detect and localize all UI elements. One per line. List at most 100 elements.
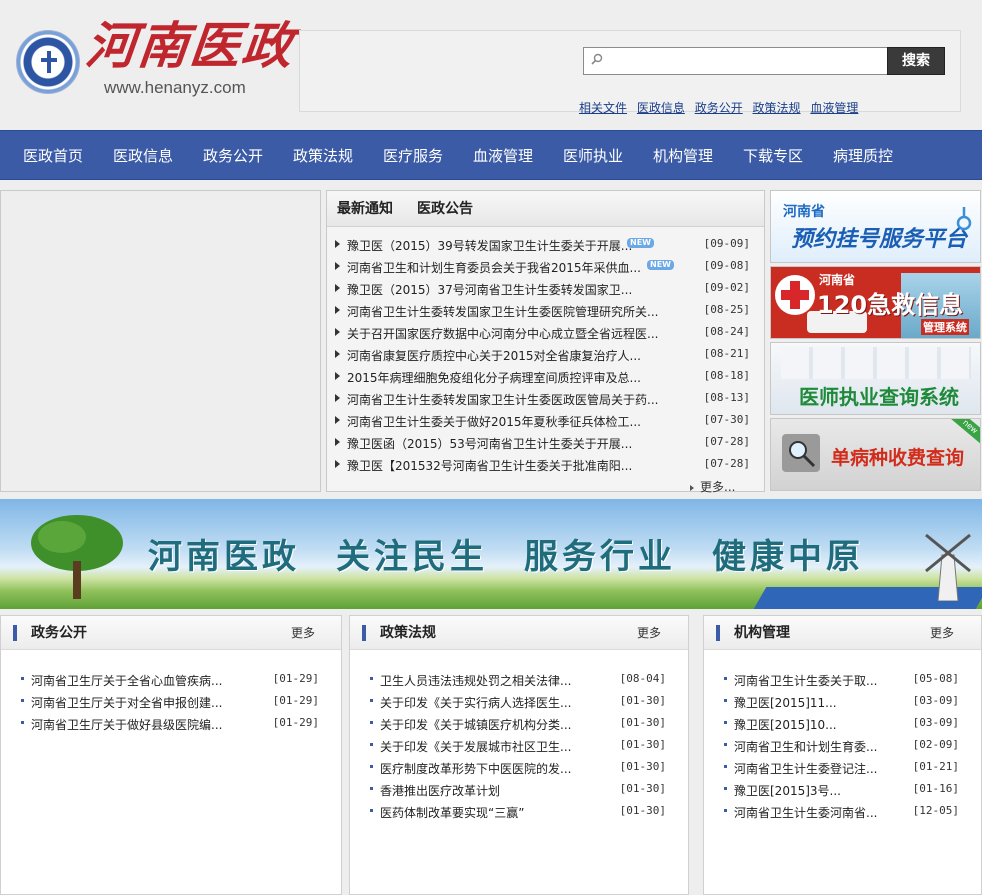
list-item-title[interactable]: 河南省卫生厅关于全省心血管疾病... [31,672,222,689]
logo-title[interactable]: 河南医政 [83,14,298,78]
nav-item-policy[interactable]: 政策法规 [293,131,353,181]
notice-title[interactable]: 豫卫医【201532号河南省卫生计生委关于批准南阳... [347,457,632,474]
nav-item-info[interactable]: 医政信息 [113,131,173,181]
bullet-icon [724,809,727,812]
slogan-text: 河南医政 关注民生 服务行业 健康中原 [148,529,900,578]
notice-title[interactable]: 河南省卫生计生委转发国家卫生计生委医院管理研究所关... [347,303,658,320]
list-item[interactable]: 河南省卫生计生委关于取... [05-08] [704,668,981,690]
notice-title[interactable]: 2015年病理细胞免疫组化分子病理室间质控评审及总... [347,369,641,386]
search-button[interactable]: 搜索 [887,47,945,75]
notice-date: [09-08] [703,259,750,272]
notice-title[interactable]: 河南省卫生计生委关于做好2015年夏秋季征兵体检工... [347,413,641,430]
banner-physician-query[interactable]: 医师执业查询系统 [770,342,981,415]
tab-latest-notice[interactable]: 最新通知 [337,191,393,227]
tab-announcement[interactable]: 医政公告 [417,191,473,227]
nav-item-gov[interactable]: 政务公开 [203,131,263,181]
nav-item-download[interactable]: 下载专区 [743,131,803,181]
notice-title[interactable]: 河南省卫生和计划生育委员会关于我省2015年采供血... [347,259,641,276]
list-item[interactable]: 卫生人员违法违规处罚之相关法律... [08-04] [350,668,688,690]
quick-link-gov[interactable]: 政务公开 [695,101,743,115]
notice-item[interactable]: 豫卫医（2015）39号转发国家卫生计生委关于开展... NEW [09-09] [327,233,764,255]
list-item[interactable]: 河南省卫生计生委河南省... [12-05] [704,800,981,822]
notice-title[interactable]: 豫卫医函（2015）53号河南省卫生计生委关于开展... [347,435,632,452]
notice-item[interactable]: 河南省康复医疗质控中心关于2015对全省康复治疗人... [08-21] [327,343,764,365]
notice-panel: 最新通知 医政公告 豫卫医（2015）39号转发国家卫生计生委关于开展... NE… [326,190,765,492]
nav-item-home[interactable]: 医政首页 [23,131,83,181]
notice-item[interactable]: 关于召开国家医疗数据中心河南分中心成立暨全省远程医... [08-24] [327,321,764,343]
slogan-3: 服务行业 [524,537,676,577]
list-item-title[interactable]: 河南省卫生计生委登记注... [734,760,877,777]
list-item-title[interactable]: 卫生人员违法违规处罚之相关法律... [380,672,571,689]
list-item-title[interactable]: 河南省卫生和计划生育委... [734,738,877,755]
nav-item-institution[interactable]: 机构管理 [653,131,713,181]
quick-link-info[interactable]: 医政信息 [637,101,685,115]
logo-emblem-icon[interactable] [16,30,80,94]
list-item[interactable]: 豫卫医[2015]3号... [01-16] [704,778,981,800]
list-item-title[interactable]: 医疗制度改革形势下中医医院的发... [380,760,571,777]
column-more-link[interactable]: 更多 [291,616,315,650]
list-item[interactable]: 河南省卫生厅关于对全省申报创建... [01-29] [1,690,341,712]
list-item[interactable]: 医药体制改革要实现“三赢” [01-30] [350,800,688,822]
notice-item[interactable]: 河南省卫生计生委转发国家卫生计生委医政医管局关于药... [08-13] [327,387,764,409]
list-item-title[interactable]: 河南省卫生计生委关于取... [734,672,877,689]
list-item[interactable]: 香港推出医疗改革计划 [01-30] [350,778,688,800]
list-item-title[interactable]: 豫卫医[2015]10... [734,716,837,733]
notice-item[interactable]: 河南省卫生和计划生育委员会关于我省2015年采供血... NEW [09-08] [327,255,764,277]
column-institution: 机构管理 更多 河南省卫生计生委关于取... [05-08] 豫卫医[2015]11… [703,615,982,895]
column-more-link[interactable]: 更多 [930,616,954,650]
bullet-icon [724,721,727,724]
notice-item[interactable]: 豫卫医函（2015）53号河南省卫生计生委关于开展... [07-28] [327,431,764,453]
list-item[interactable]: 河南省卫生和计划生育委... [02-09] [704,734,981,756]
list-item-title[interactable]: 豫卫医[2015]3号... [734,782,841,799]
list-item-title[interactable]: 豫卫医[2015]11... [734,694,837,711]
list-item[interactable]: 关于印发《关于城镇医疗机构分类... [01-30] [350,712,688,734]
search-input[interactable] [583,47,889,75]
notice-item[interactable]: 豫卫医【201532号河南省卫生计生委关于批准南阳... [07-28] [327,453,764,475]
notice-title[interactable]: 关于召开国家医疗数据中心河南分中心成立暨全省远程医... [347,325,658,342]
notice-item[interactable]: 豫卫医（2015）37号河南省卫生计生委转发国家卫... [09-02] [327,277,764,299]
list-item-date: [01-30] [619,716,666,729]
list-item[interactable]: 医疗制度改革形势下中医医院的发... [01-30] [350,756,688,778]
banner-120-emergency[interactable]: 河南省 120急救信息 管理系统 [770,266,981,339]
list-item-title[interactable]: 河南省卫生厅关于对全省申报创建... [31,694,222,711]
quick-link-blood[interactable]: 血液管理 [810,101,858,115]
column-title: 政务公开 [31,625,87,641]
notice-item[interactable]: 河南省卫生计生委关于做好2015年夏秋季征兵体检工... [07-30] [327,409,764,431]
list-item[interactable]: 关于印发《关于实行病人选择医生... [01-30] [350,690,688,712]
notice-item[interactable]: 河南省卫生计生委转发国家卫生计生委医院管理研究所关... [08-25] [327,299,764,321]
notice-title[interactable]: 河南省康复医疗质控中心关于2015对全省康复治疗人... [347,347,641,364]
list-item-title[interactable]: 关于印发《关于城镇医疗机构分类... [380,716,571,733]
slogan-1: 河南医政 [148,537,300,577]
search-panel: 搜索 相关文件 医政信息 政务公开 政策法规 血液管理 [299,30,961,115]
list-item-title[interactable]: 河南省卫生厅关于做好县级医院编... [31,716,222,733]
quick-link-files[interactable]: 相关文件 [579,101,627,115]
list-item[interactable]: 关于印发《关于发展城市社区卫生... [01-30] [350,734,688,756]
notice-item[interactable]: 2015年病理细胞免疫组化分子病理室间质控评审及总... [08-18] [327,365,764,387]
list-item-title[interactable]: 关于印发《关于实行病人选择医生... [380,694,571,711]
nav-item-blood[interactable]: 血液管理 [473,131,533,181]
notice-more-label: 更多... [700,480,736,494]
list-item[interactable]: 豫卫医[2015]11... [03-09] [704,690,981,712]
list-item-title[interactable]: 河南省卫生计生委河南省... [734,804,877,821]
list-item-title[interactable]: 香港推出医疗改革计划 [380,782,500,799]
column-more-link[interactable]: 更多 [637,616,661,650]
notice-title[interactable]: 豫卫医（2015）37号河南省卫生计生委转发国家卫... [347,281,632,298]
banner-disease-fee[interactable]: 单病种收费查询 new [770,418,981,491]
list-item[interactable]: 河南省卫生计生委登记注... [01-21] [704,756,981,778]
nav-item-medical[interactable]: 医疗服务 [383,131,443,181]
quick-link-policy[interactable]: 政策法规 [753,101,801,115]
arrow-right-icon [335,438,340,446]
nav-item-pathology[interactable]: 病理质控 [833,131,893,181]
column-gov-affairs: 政务公开 更多 河南省卫生厅关于全省心血管疾病... [01-29] 河南省卫生厅关… [0,615,342,895]
list-item[interactable]: 豫卫医[2015]10... [03-09] [704,712,981,734]
list-item[interactable]: 河南省卫生厅关于做好县级医院编... [01-29] [1,712,341,734]
notice-more-link[interactable]: 更多... [690,478,735,495]
notice-title[interactable]: 河南省卫生计生委转发国家卫生计生委医政医管局关于药... [347,391,658,408]
notice-title[interactable]: 豫卫医（2015）39号转发国家卫生计生委关于开展... [347,237,632,254]
list-item-title[interactable]: 关于印发《关于发展城市社区卫生... [380,738,571,755]
list-item[interactable]: 河南省卫生厅关于全省心血管疾病... [01-29] [1,668,341,690]
banner-appointment[interactable]: 河南省 预约挂号服务平台 [770,190,981,263]
bullet-icon [370,699,373,702]
nav-item-physician[interactable]: 医师执业 [563,131,623,181]
list-item-title[interactable]: 医药体制改革要实现“三赢” [380,804,524,821]
